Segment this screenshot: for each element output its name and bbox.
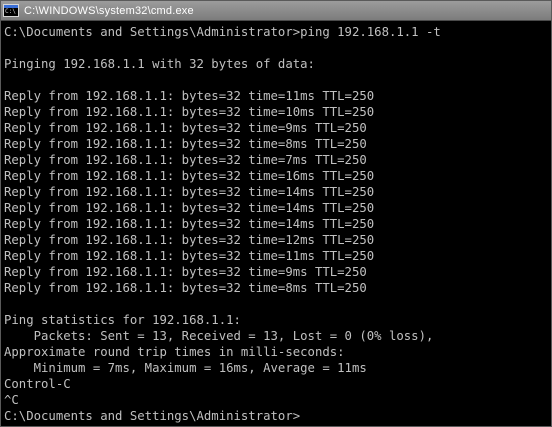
console-line: Reply from 192.168.1.1: bytes=32 time=10… — [4, 105, 375, 119]
cmd-window: C:\WINDOWS\system32\cmd.exe C:\Documents… — [0, 0, 552, 427]
title-bar[interactable]: C:\WINDOWS\system32\cmd.exe — [1, 1, 551, 21]
console-line: Approximate round trip times in milli-se… — [4, 345, 345, 359]
console-line: ^C — [4, 393, 19, 407]
console-line: Reply from 192.168.1.1: bytes=32 time=16… — [4, 169, 375, 183]
console-output[interactable]: C:\Documents and Settings\Administrator>… — [4, 24, 549, 426]
console-prompt[interactable]: C:\Documents and Settings\Administrator> — [4, 408, 549, 424]
console-line: Ping statistics for 192.168.1.1: — [4, 313, 241, 327]
console-line: Reply from 192.168.1.1: bytes=32 time=11… — [4, 89, 375, 103]
console-line: Packets: Sent = 13, Received = 13, Lost … — [4, 329, 434, 343]
console-line: Reply from 192.168.1.1: bytes=32 time=11… — [4, 249, 375, 263]
window-title: C:\WINDOWS\system32\cmd.exe — [24, 4, 194, 17]
console-line: Minimum = 7ms, Maximum = 16ms, Average =… — [4, 361, 367, 375]
cmd-icon[interactable] — [3, 4, 19, 17]
console-line: Reply from 192.168.1.1: bytes=32 time=14… — [4, 201, 375, 215]
console-line: Reply from 192.168.1.1: bytes=32 time=14… — [4, 185, 375, 199]
console-line: Control-C — [4, 377, 71, 391]
console-line: Reply from 192.168.1.1: bytes=32 time=8m… — [4, 281, 367, 295]
console-line: Pinging 192.168.1.1 with 32 bytes of dat… — [4, 57, 315, 71]
console-line: Reply from 192.168.1.1: bytes=32 time=9m… — [4, 121, 367, 135]
console-line: Reply from 192.168.1.1: bytes=32 time=9m… — [4, 265, 367, 279]
console-line: Reply from 192.168.1.1: bytes=32 time=12… — [4, 233, 375, 247]
console-line: C:\Documents and Settings\Administrator>… — [4, 25, 441, 39]
console-line: Reply from 192.168.1.1: bytes=32 time=14… — [4, 217, 375, 231]
console-line: Reply from 192.168.1.1: bytes=32 time=8m… — [4, 137, 367, 151]
console-line: Reply from 192.168.1.1: bytes=32 time=7m… — [4, 153, 367, 167]
